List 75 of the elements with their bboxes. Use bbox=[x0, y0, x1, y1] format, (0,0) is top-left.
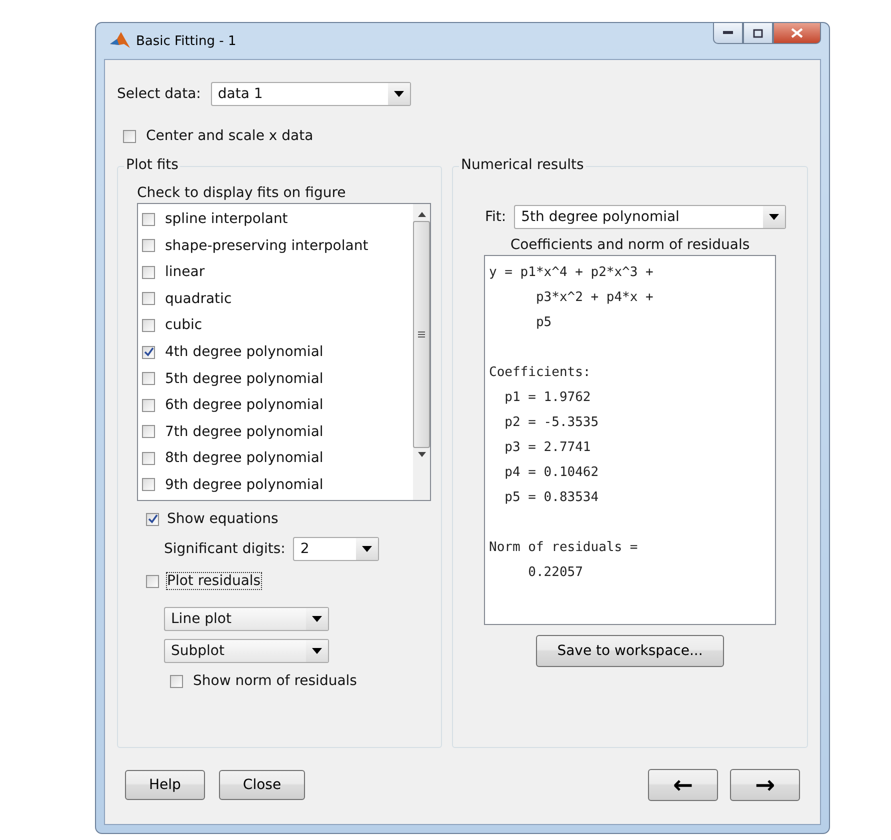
forward-button[interactable]: → bbox=[730, 769, 800, 801]
list-label: Check to display fits on figure bbox=[137, 185, 346, 201]
checkbox-label: Plot residuals bbox=[167, 573, 261, 589]
plot-location-dropdown[interactable]: Subplot bbox=[164, 639, 329, 663]
significant-digits-dropdown[interactable]: 2 bbox=[293, 537, 380, 561]
window-title: Basic Fitting - 1 bbox=[136, 34, 236, 48]
fit-item[interactable]: 9th degree polynomial bbox=[142, 471, 409, 498]
checkbox[interactable] bbox=[142, 239, 155, 252]
caret-icon bbox=[312, 616, 322, 622]
checkbox[interactable] bbox=[142, 398, 155, 412]
close-icon bbox=[791, 28, 803, 38]
select-data-dropdown[interactable]: data 1 bbox=[210, 82, 411, 106]
result-line: p3*x^2 + p4*x + bbox=[534, 289, 654, 307]
maximize-button[interactable] bbox=[743, 23, 773, 44]
checkmark-icon bbox=[148, 514, 158, 524]
checkmark-icon bbox=[144, 347, 154, 357]
result-line: Norm of residuals = bbox=[489, 539, 639, 557]
result-line: Coefficients: bbox=[489, 364, 592, 382]
result-line: p3 = 2.7741 bbox=[504, 439, 592, 457]
caret-icon bbox=[769, 214, 780, 220]
fit-item[interactable]: linear bbox=[142, 259, 409, 286]
result-line: p5 bbox=[534, 314, 553, 332]
result-line: p4 = 0.10462 bbox=[504, 464, 600, 482]
grip-icon bbox=[418, 331, 425, 338]
checkbox[interactable] bbox=[123, 130, 136, 142]
checkbox[interactable] bbox=[142, 372, 155, 386]
caret-icon bbox=[312, 648, 322, 654]
checkbox[interactable] bbox=[142, 212, 155, 226]
scroll-down-icon bbox=[418, 452, 426, 457]
fit-item[interactable]: 4th degree polynomial bbox=[142, 338, 409, 366]
result-line: 0.22057 bbox=[527, 564, 584, 582]
help-button[interactable]: Help bbox=[125, 770, 205, 800]
fit-item[interactable]: cubic bbox=[142, 312, 409, 339]
checkbox[interactable] bbox=[142, 266, 155, 279]
checkbox[interactable] bbox=[142, 346, 155, 358]
fit-item[interactable]: spline interpolant bbox=[142, 206, 409, 233]
result-line: p5 = 0.83534 bbox=[504, 489, 600, 507]
results-label: Coefficients and norm of residuals bbox=[510, 237, 750, 253]
fit-item[interactable]: shape-preserving interpolant bbox=[142, 232, 409, 260]
fit-item[interactable]: 8th degree polynomial bbox=[142, 444, 409, 472]
significant-digits-label: Significant digits: bbox=[164, 541, 286, 557]
scrollbar[interactable] bbox=[413, 204, 430, 500]
select-data-label: Select data: bbox=[117, 86, 201, 102]
checkbox-label: Show norm of residuals bbox=[193, 673, 357, 689]
checkbox[interactable] bbox=[142, 292, 155, 306]
scroll-up-icon bbox=[418, 212, 426, 217]
fit-item[interactable]: 6th degree polynomial bbox=[142, 392, 409, 418]
save-to-workspace-button[interactable]: Save to workspace... bbox=[536, 635, 724, 667]
caret-icon bbox=[394, 91, 404, 97]
fit-dropdown[interactable]: 5th degree polynomial bbox=[514, 205, 786, 229]
checkbox[interactable] bbox=[170, 674, 183, 688]
back-button[interactable]: ← bbox=[648, 769, 718, 801]
checkbox-label: Center and scale x data bbox=[146, 128, 314, 144]
checkbox[interactable] bbox=[146, 512, 159, 526]
checkbox[interactable] bbox=[142, 478, 155, 492]
minimize-icon bbox=[723, 31, 733, 35]
result-line: y = p1*x^4 + p2*x^3 + bbox=[489, 264, 654, 282]
checkbox-label: Show equations bbox=[167, 511, 278, 527]
caret-icon bbox=[362, 546, 372, 552]
plot-type-dropdown[interactable]: Line plot bbox=[164, 607, 329, 631]
checkbox[interactable] bbox=[142, 452, 155, 465]
result-line: p2 = -5.3535 bbox=[504, 414, 600, 432]
close-window-button[interactable] bbox=[773, 23, 821, 44]
checkbox[interactable] bbox=[142, 425, 155, 438]
fit-item[interactable]: 7th degree polynomial bbox=[142, 418, 409, 445]
maximize-icon bbox=[753, 28, 763, 38]
fit-item[interactable]: 5th degree polynomial bbox=[142, 365, 409, 392]
close-button[interactable]: Close bbox=[219, 770, 305, 800]
checkbox[interactable] bbox=[142, 318, 155, 332]
result-line: p1 = 1.9762 bbox=[504, 389, 592, 407]
logo-icon bbox=[110, 32, 130, 50]
fit-label: Fit: bbox=[485, 209, 506, 225]
fit-item[interactable]: quadratic bbox=[142, 286, 409, 312]
checkbox[interactable] bbox=[146, 574, 159, 588]
minimize-button[interactable] bbox=[713, 23, 743, 44]
